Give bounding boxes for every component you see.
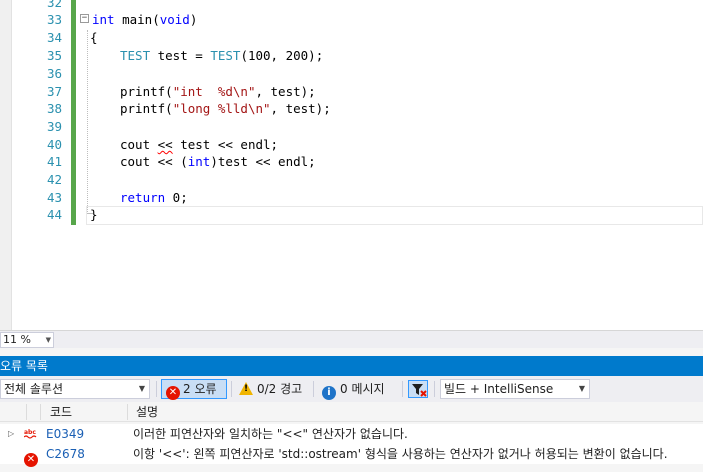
error-description: 이항 '<<': 왼쪽 피연산자로 'std::ostream' 형식을 사용하… <box>133 447 668 461</box>
warnings-filter-button[interactable]: ! 0/2 경고 <box>234 379 312 399</box>
panel-title: 오류 목록 <box>0 359 48 373</box>
code-line: } <box>90 207 98 222</box>
column-header-description[interactable]: 설명 <box>136 402 158 422</box>
scope-value: 전체 솔루션 <box>4 382 64 396</box>
line-number: 42 <box>46 172 62 187</box>
column-divider <box>26 404 27 420</box>
chevron-down-icon: ▼ <box>138 384 145 393</box>
zoom-value: 11 % <box>3 333 31 346</box>
filter-toggle-button[interactable] <box>408 380 428 398</box>
errors-filter-button[interactable]: ✕ 2 오류 <box>161 379 227 400</box>
error-list-toolbar: 전체 솔루션 ▼ ✕ 2 오류 ! 0/2 경고 i 0 메시지 빌드 + Intel… <box>0 376 703 402</box>
panel-title-bar[interactable]: 오류 목록 <box>0 356 703 376</box>
svg-text:abc: abc <box>24 429 36 436</box>
column-divider[interactable] <box>127 404 128 420</box>
messages-filter-button[interactable]: i 0 메시지 <box>317 379 399 400</box>
column-divider[interactable] <box>40 404 41 420</box>
line-number: 44 <box>46 207 62 222</box>
line-number: 40 <box>46 137 62 152</box>
filter-icon <box>412 384 427 397</box>
line-number: 39 <box>46 119 62 134</box>
toolbar-divider <box>434 381 435 397</box>
code-line: TEST test = TEST(100, 200); <box>120 48 324 63</box>
line-number: 36 <box>46 66 62 81</box>
error-icon: ✕ <box>166 386 180 400</box>
build-source-value: 빌드 + IntelliSense <box>444 382 554 396</box>
toolbar-divider <box>156 381 157 397</box>
toolbar-divider <box>313 381 314 397</box>
error-list-header: 코드 설명 <box>0 402 703 422</box>
column-header-code[interactable]: 코드 <box>50 402 72 422</box>
chevron-down-icon: ▼ <box>45 336 51 344</box>
zoom-dropdown[interactable]: 11 % ▼ <box>0 332 54 348</box>
error-description: 이러한 피연산자와 일치하는 "<<" 연산자가 없습니다. <box>133 427 408 441</box>
code-line: cout << (int)test << endl; <box>120 154 316 169</box>
scope-dropdown[interactable]: 전체 솔루션 ▼ <box>0 379 150 399</box>
toolbar-divider <box>402 381 403 397</box>
code-line: cout << test << endl; <box>120 137 279 152</box>
editor-left-margin <box>0 0 12 330</box>
code-text-area[interactable]: int main(void) { TEST test = TEST(100, 2… <box>78 0 703 330</box>
build-source-dropdown[interactable]: 빌드 + IntelliSense ▼ <box>440 379 590 399</box>
error-row[interactable]: ✕ C2678 이항 '<<': 왼쪽 피연산자로 'std::ostream'… <box>0 444 703 467</box>
editor-status-row: 11 % ▼ <box>0 330 703 348</box>
line-number-gutter: 32 33 34 35 36 37 38 39 40 41 42 43 44 <box>12 0 62 330</box>
code-line: printf("int %d\n", test); <box>120 84 316 99</box>
code-line: return 0; <box>120 190 188 205</box>
chevron-down-icon: ▼ <box>578 384 585 393</box>
error-code-link[interactable]: C2678 <box>46 444 85 464</box>
line-number: 37 <box>46 84 62 99</box>
error-icon: ✕ <box>24 446 38 467</box>
code-line: printf("long %lld\n", test); <box>120 101 331 116</box>
line-number: 35 <box>46 48 62 63</box>
expand-arrow-icon[interactable]: ▷ <box>8 424 14 444</box>
line-number: 38 <box>46 101 62 116</box>
toolbar-divider <box>231 381 232 397</box>
line-number: 34 <box>46 30 62 45</box>
info-icon: i <box>322 386 336 400</box>
line-number: 43 <box>46 190 62 205</box>
code-editor[interactable]: 32 33 34 35 36 37 38 39 40 41 42 43 44 −… <box>0 0 703 330</box>
error-code-link[interactable]: E0349 <box>46 424 84 444</box>
change-tracking-bar <box>71 0 76 225</box>
messages-count-label: 0 메시지 <box>340 382 385 396</box>
code-line: { <box>90 30 98 45</box>
error-row[interactable]: ▷ abc E0349 이러한 피연산자와 일치하는 "<<" 연산자가 없습니… <box>0 424 703 444</box>
warnings-count-label: 0/2 경고 <box>257 382 303 396</box>
code-line: int main(void) <box>92 12 198 27</box>
line-number: 33 <box>46 12 62 27</box>
warning-icon: ! <box>239 382 253 395</box>
error-list-panel: 오류 목록 전체 솔루션 ▼ ✕ 2 오류 ! 0/2 경고 i0 메시지 빌드 +… <box>0 348 703 472</box>
line-number: 41 <box>46 154 62 169</box>
errors-count-label: 2 오류 <box>183 382 217 396</box>
